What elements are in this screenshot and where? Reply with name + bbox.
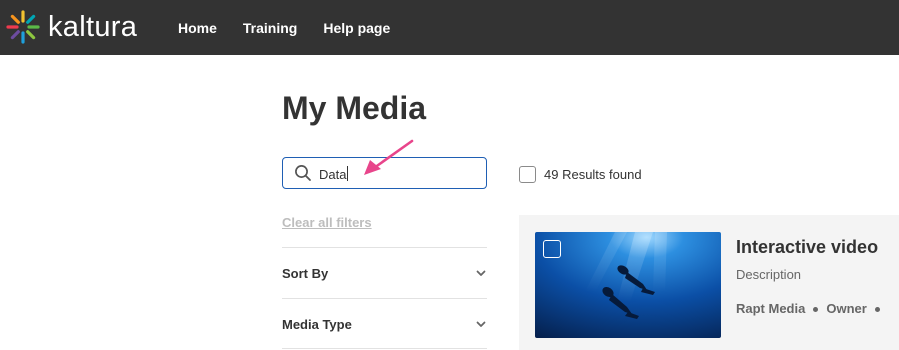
clear-all-filters-link[interactable]: Clear all filters bbox=[282, 215, 372, 230]
media-select-checkbox[interactable] bbox=[543, 240, 561, 258]
separator-dot bbox=[813, 307, 819, 313]
media-entry-card[interactable]: Interactive video Description Rapt Media… bbox=[519, 215, 899, 350]
filter-sort-by[interactable]: Sort By bbox=[282, 258, 487, 288]
main-nav: Home Training Help page bbox=[178, 0, 416, 55]
media-thumbnail[interactable] bbox=[535, 232, 721, 338]
divider bbox=[282, 247, 487, 248]
results-summary: 49 Results found bbox=[519, 165, 642, 183]
media-description: Description bbox=[736, 267, 802, 282]
filter-media-type[interactable]: Media Type bbox=[282, 309, 487, 339]
nav-training[interactable]: Training bbox=[243, 20, 297, 36]
search-icon bbox=[295, 165, 311, 181]
select-all-checkbox[interactable] bbox=[519, 165, 536, 183]
media-title[interactable]: Interactive video bbox=[736, 237, 878, 258]
media-role: Owner bbox=[826, 301, 867, 316]
kaltura-burst-icon bbox=[6, 10, 40, 44]
media-meta: Rapt Media Owner bbox=[736, 301, 888, 316]
arrow-icon bbox=[364, 139, 414, 175]
page-title: My Media bbox=[282, 90, 427, 126]
results-count: 49 Results found bbox=[544, 166, 642, 182]
chevron-down-icon bbox=[476, 270, 486, 276]
brand-name: kaltura bbox=[48, 11, 138, 43]
filter-label: Sort By bbox=[282, 265, 329, 281]
separator-dot bbox=[874, 307, 880, 313]
divider bbox=[282, 298, 487, 299]
kaltura-logo[interactable]: kaltura bbox=[6, 9, 151, 45]
media-author[interactable]: Rapt Media bbox=[736, 301, 805, 316]
nav-home[interactable]: Home bbox=[178, 20, 217, 36]
top-navigation-bar: kaltura Home Training Help page bbox=[0, 0, 899, 55]
nav-help-page[interactable]: Help page bbox=[323, 20, 390, 36]
underwater-divers-image bbox=[535, 232, 721, 338]
divider bbox=[282, 348, 487, 349]
chevron-down-icon bbox=[476, 321, 486, 327]
text-cursor bbox=[347, 166, 348, 181]
filter-label: Media Type bbox=[282, 316, 352, 332]
